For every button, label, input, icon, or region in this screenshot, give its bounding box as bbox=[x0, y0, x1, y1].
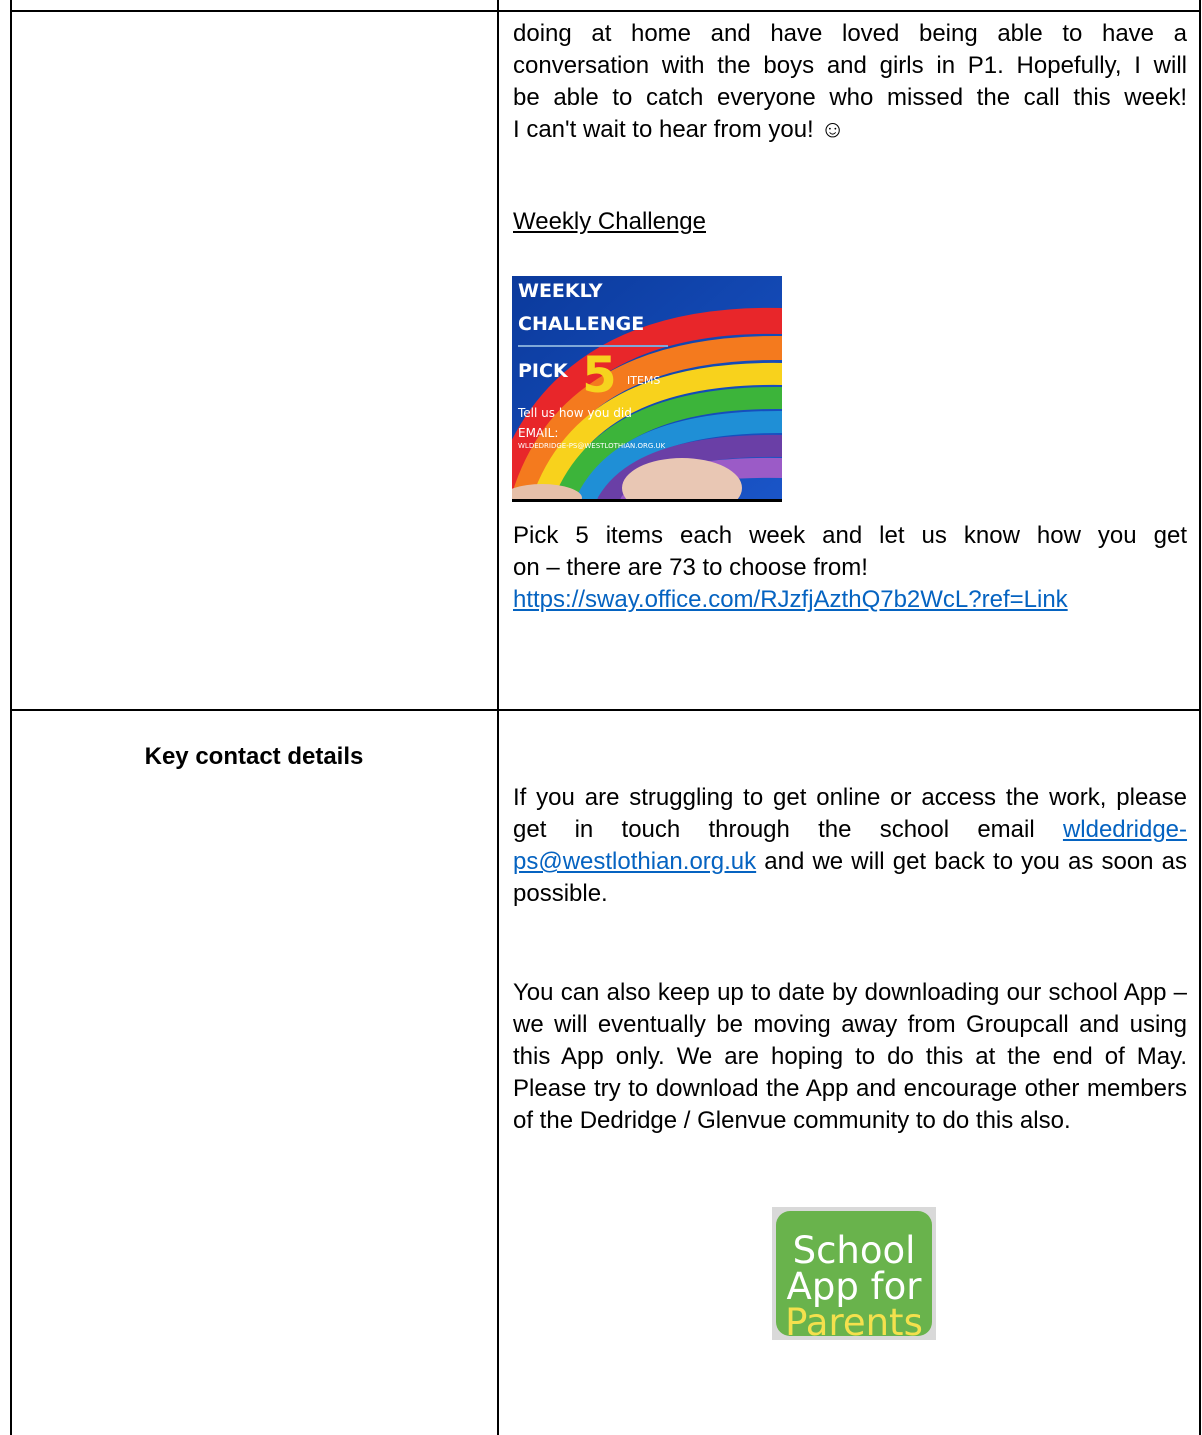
contact-paragraph-2: You can also keep up to date by download… bbox=[513, 979, 1187, 1134]
challenge-image-items: ITEMS bbox=[627, 374, 661, 387]
weekly-challenge-image: WEEKLY CHALLENGE PICK 5 ITEMS Tell us ho… bbox=[512, 276, 782, 502]
intro-line: be able to catch everyone who missed the… bbox=[513, 84, 1187, 111]
challenge-image-tell: Tell us how you did bbox=[518, 406, 632, 420]
table-row-divider bbox=[10, 709, 1201, 711]
image-bottom-rule bbox=[512, 499, 782, 502]
challenge-image-pick: PICK bbox=[518, 360, 568, 382]
challenge-image-title-1: WEEKLY bbox=[518, 280, 603, 302]
intro-paragraph: doing at home and have loved being able … bbox=[513, 18, 1187, 146]
challenge-image-email: WLDEDRIDGE-PS@WESTLOTHIAN.ORG.UK bbox=[518, 442, 666, 450]
app-icon-background: School App for Parents bbox=[776, 1211, 932, 1342]
intro-line: conversation with the boys and girls in … bbox=[513, 52, 1187, 79]
intro-line: doing at home and have loved being able … bbox=[513, 20, 1187, 47]
challenge-description-line: Pick 5 items each week and let us know h… bbox=[513, 522, 1187, 549]
contact-paragraph-1: If you are struggling to get online or a… bbox=[513, 782, 1187, 910]
table-left-border bbox=[10, 0, 12, 1435]
challenge-image-title-2: CHALLENGE bbox=[518, 313, 645, 335]
sway-link[interactable]: https://sway.office.com/RJzfjAzthQ7b2WcL… bbox=[513, 584, 1187, 616]
table-top-border bbox=[10, 10, 1201, 12]
intro-line: I can't wait to hear from you! ☺ bbox=[513, 116, 845, 143]
table-column-divider bbox=[497, 0, 499, 1435]
weekly-challenge-heading: Weekly Challenge bbox=[513, 208, 706, 235]
rainbow-plasticine-graphic bbox=[512, 276, 782, 502]
challenge-description: Pick 5 items each week and let us know h… bbox=[513, 520, 1187, 616]
challenge-description-line: on – there are 73 to choose from! bbox=[513, 554, 868, 581]
school-app-icon: School App for Parents bbox=[772, 1207, 936, 1342]
challenge-image-number: 5 bbox=[582, 346, 617, 404]
table-right-border bbox=[1199, 0, 1201, 1435]
app-icon-line-3: Parents bbox=[785, 1301, 923, 1344]
challenge-image-email-label: EMAIL: bbox=[518, 426, 559, 440]
key-contact-title: Key contact details bbox=[144, 743, 364, 770]
